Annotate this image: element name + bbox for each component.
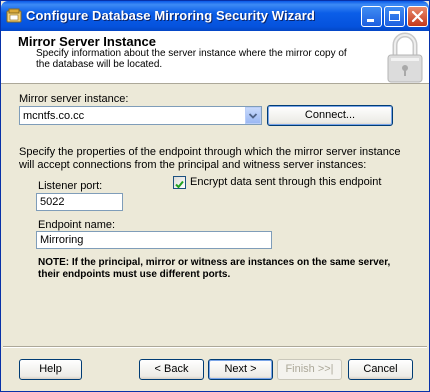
- endpoint-description: Specify the properties of the endpoint t…: [19, 146, 401, 171]
- cancel-button[interactable]: Cancel: [348, 359, 413, 380]
- padlock-icon: [387, 32, 423, 83]
- app-icon: [6, 8, 22, 23]
- endpoint-name-label: Endpoint name:: [38, 219, 116, 231]
- wizard-header: Mirror Server Instance Specify informati…: [1, 31, 429, 84]
- mirror-instance-label: Mirror server instance:: [19, 93, 129, 105]
- maximize-icon: [389, 11, 400, 21]
- minimize-icon: [367, 19, 374, 22]
- listener-port-input[interactable]: 5022: [36, 193, 123, 211]
- close-button[interactable]: [407, 6, 428, 27]
- mirror-instance-value: mcntfs.co.cc: [23, 110, 85, 122]
- minimize-button[interactable]: [361, 6, 382, 27]
- wizard-window: Configure Database Mirroring Security Wi…: [0, 0, 430, 392]
- mirror-instance-select[interactable]: mcntfs.co.cc: [19, 106, 262, 125]
- finish-button[interactable]: Finish >>|: [277, 359, 342, 380]
- window-title: Configure Database Mirroring Security Wi…: [26, 8, 315, 23]
- dropdown-button[interactable]: [245, 107, 261, 124]
- maximize-button[interactable]: [384, 6, 405, 27]
- checkmark-icon: [175, 180, 184, 189]
- close-icon: [411, 10, 424, 23]
- title-bar[interactable]: Configure Database Mirroring Security Wi…: [1, 1, 429, 31]
- page-title: Mirror Server Instance: [18, 34, 157, 49]
- next-button[interactable]: Next >: [208, 359, 273, 380]
- ports-note: NOTE: If the principal, mirror or witnes…: [38, 257, 391, 280]
- encrypt-label[interactable]: Encrypt data sent through this endpoint: [190, 176, 381, 188]
- page-description: Specify information about the server ins…: [36, 48, 347, 70]
- endpoint-name-input[interactable]: Mirroring: [36, 231, 272, 249]
- chevron-down-icon: [248, 113, 258, 119]
- help-button[interactable]: Help: [19, 359, 82, 380]
- back-button[interactable]: < Back: [139, 359, 204, 380]
- listener-port-label: Listener port:: [38, 180, 103, 192]
- connect-button[interactable]: Connect...: [267, 105, 393, 126]
- encrypt-checkbox[interactable]: [173, 176, 186, 189]
- footer-divider: [3, 346, 427, 348]
